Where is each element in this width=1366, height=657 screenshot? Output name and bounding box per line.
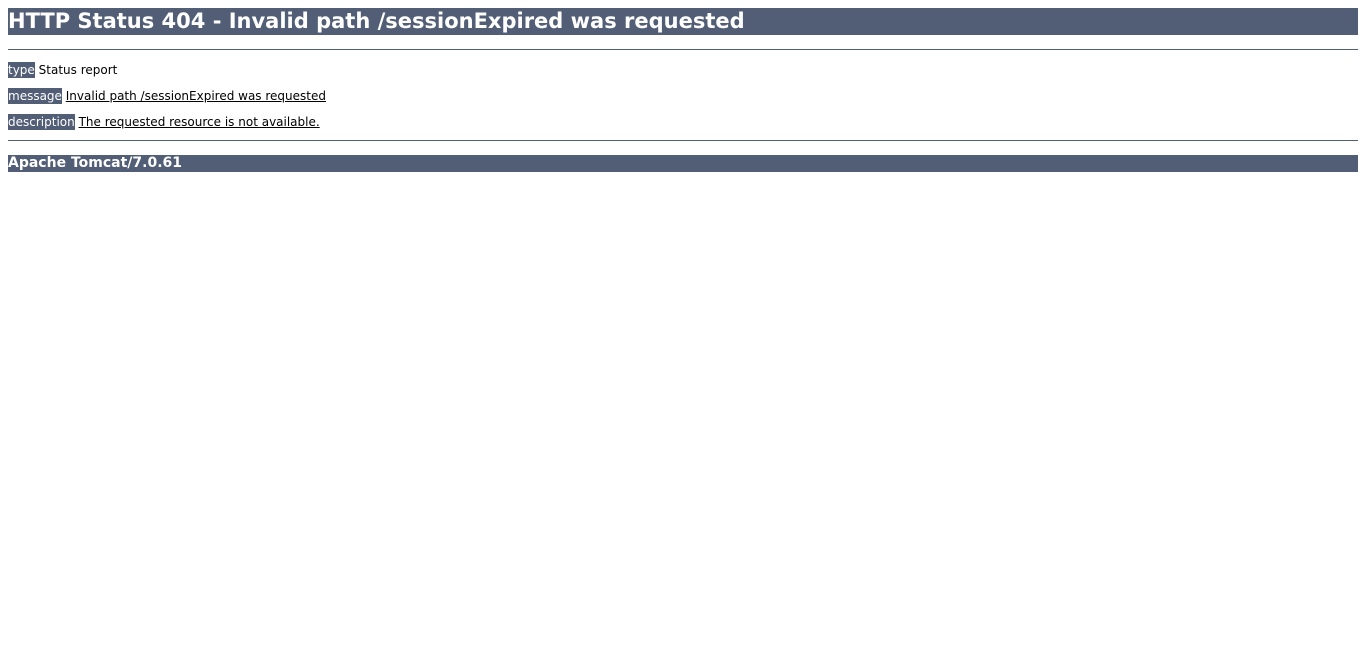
- description-label: description: [8, 114, 75, 130]
- type-value: Status report: [38, 63, 118, 77]
- page-title: HTTP Status 404 - Invalid path /sessionE…: [8, 8, 1358, 35]
- message-label: message: [8, 88, 62, 104]
- description-value: The requested resource is not available.: [78, 115, 320, 129]
- divider-top: [8, 49, 1358, 50]
- server-footer: Apache Tomcat/7.0.61: [8, 155, 1358, 172]
- error-page: HTTP Status 404 - Invalid path /sessionE…: [8, 8, 1358, 186]
- description-row: description The requested resource is no…: [8, 114, 1358, 130]
- message-row: message Invalid path /sessionExpired was…: [8, 88, 1358, 104]
- message-value: Invalid path /sessionExpired was request…: [65, 89, 326, 103]
- type-row: type Status report: [8, 62, 1358, 78]
- type-label: type: [8, 62, 35, 78]
- divider-bottom: [8, 140, 1358, 141]
